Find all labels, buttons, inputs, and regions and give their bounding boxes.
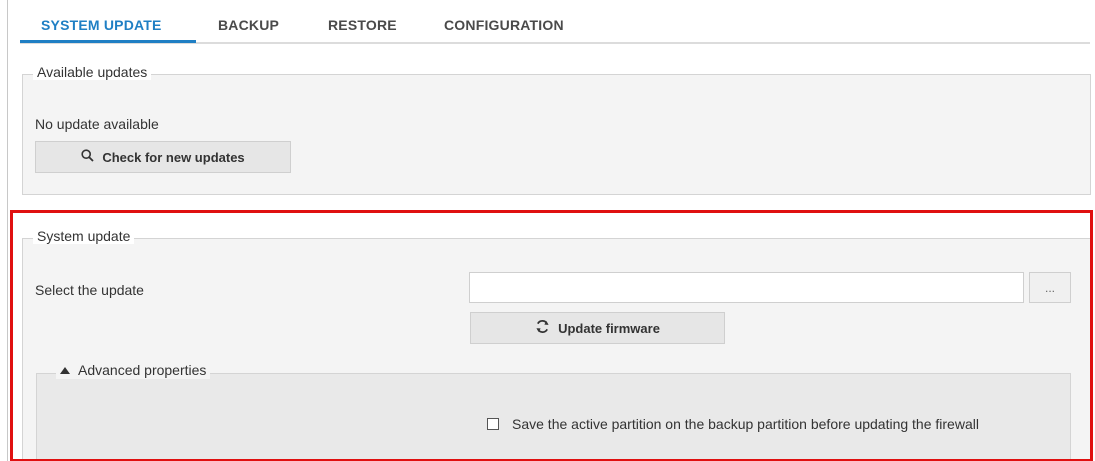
check-updates-button[interactable]: Check for new updates	[35, 141, 291, 173]
tab-restore[interactable]: RESTORE	[328, 17, 397, 33]
tab-backup[interactable]: BACKUP	[218, 17, 279, 33]
search-icon	[81, 149, 94, 165]
check-updates-label: Check for new updates	[102, 149, 245, 165]
tab-bar: SYSTEM UPDATE BACKUP RESTORE CONFIGURATI…	[20, 0, 1090, 44]
highlight-box	[10, 210, 1093, 461]
available-updates-group	[22, 74, 1091, 195]
tab-system-update[interactable]: SYSTEM UPDATE	[41, 17, 162, 33]
update-status-text: No update available	[35, 116, 159, 132]
active-tab-indicator	[20, 40, 196, 43]
tab-configuration[interactable]: CONFIGURATION	[444, 17, 564, 33]
available-updates-legend: Available updates	[33, 64, 152, 80]
